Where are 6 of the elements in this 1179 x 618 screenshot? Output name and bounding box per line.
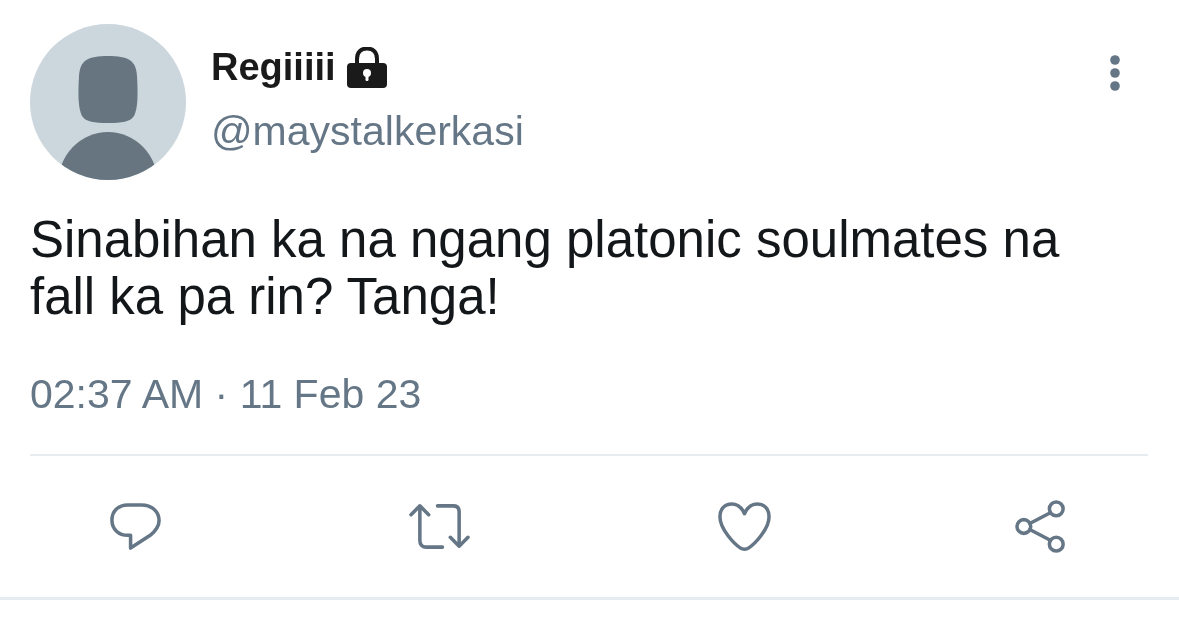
tweet-text: Sinabihan ka na ngang platonic soulmates na fall ka pa rin? Tanga!	[30, 211, 1061, 325]
avatar-silhouette-icon	[30, 24, 186, 180]
display-name[interactable]: Regiiiii	[211, 44, 336, 92]
more-options-icon[interactable]	[1110, 55, 1120, 91]
user-handle[interactable]: @maystalkerkasi	[211, 106, 524, 156]
tweet-timestamp: 02:37 AM · 11 Feb 23	[30, 370, 422, 419]
